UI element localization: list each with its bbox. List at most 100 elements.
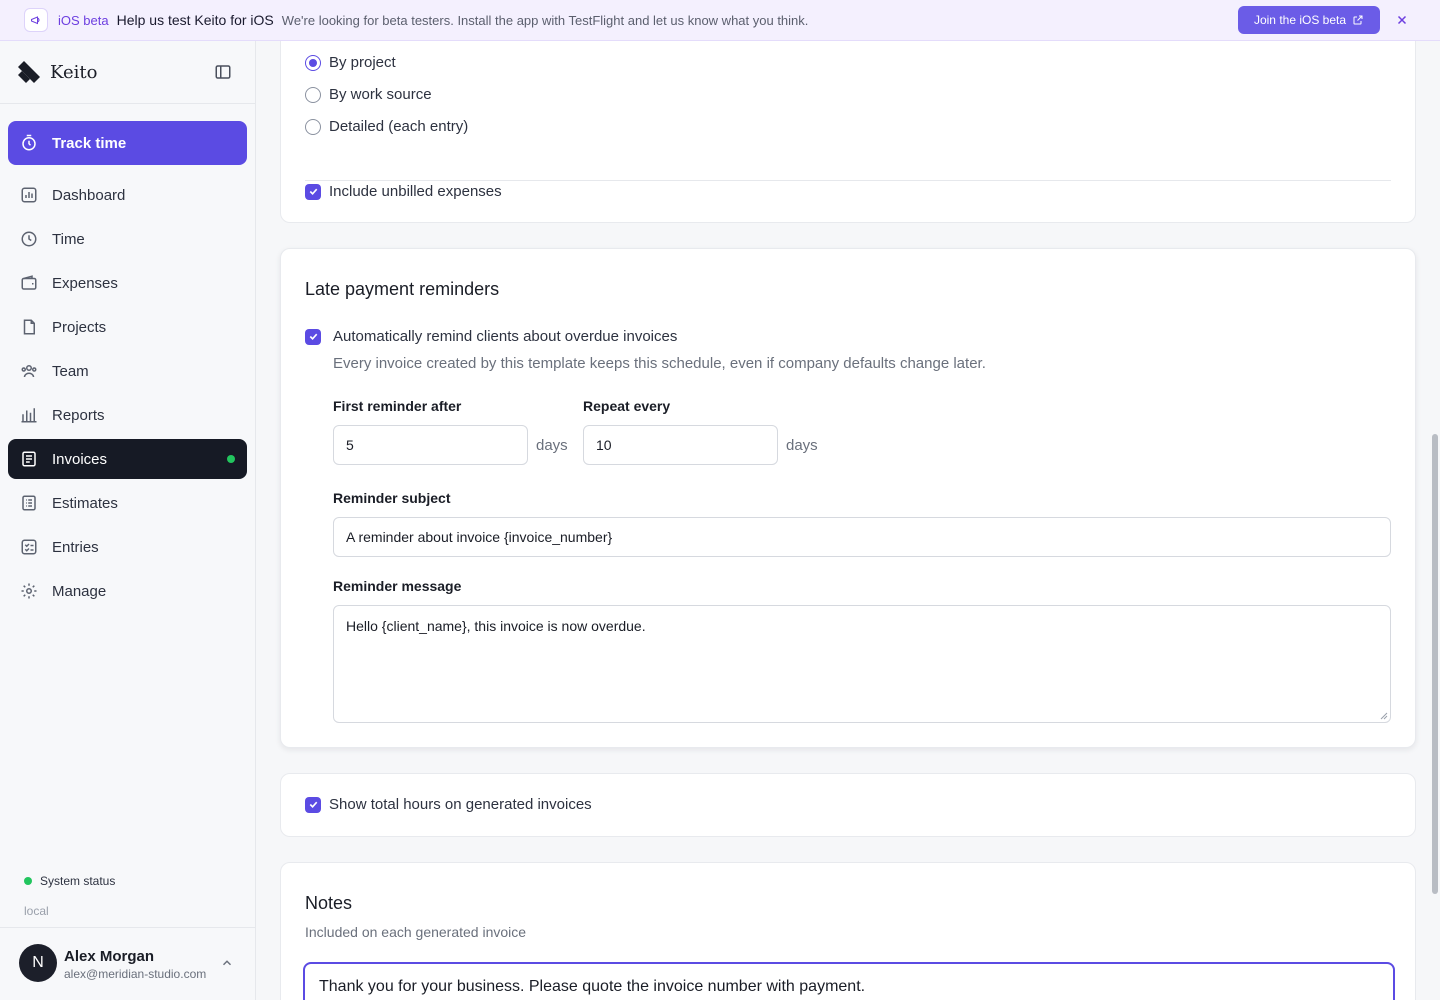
sidebar-item-label: Reports (52, 406, 105, 424)
days-unit: days (536, 437, 568, 454)
include-expenses-checkbox[interactable]: Include unbilled expenses (305, 183, 502, 200)
radio-label: Detailed (each entry) (329, 118, 469, 135)
keito-logo-icon (18, 61, 40, 83)
radio-selected (305, 54, 321, 71)
wallet-icon (21, 275, 37, 290)
banner-title: Help us test Keito for iOS (116, 12, 274, 28)
system-status-label: System status (40, 874, 116, 888)
external-link-icon (1353, 15, 1363, 25)
radio-label: By project (329, 54, 396, 71)
environment-label: local (24, 904, 49, 918)
radio-unselected (305, 118, 321, 135)
checkbox-checked (305, 328, 321, 345)
join-beta-button[interactable]: Join the iOS beta (1238, 6, 1380, 34)
sidebar-item-dashboard[interactable]: Dashboard (8, 175, 247, 215)
banner-tag: iOS beta (58, 12, 109, 28)
main-content: By project By work source Detailed (each… (256, 41, 1440, 1000)
reminder-subject-input[interactable]: A reminder about invoice {invoice_number… (333, 517, 1391, 557)
sidebar-item-label: Invoices (52, 450, 108, 468)
repeat-every-input[interactable]: 10 (583, 425, 778, 465)
close-icon (1397, 15, 1407, 25)
line-item-grouping-card: By project By work source Detailed (each… (280, 41, 1416, 223)
sidebar-item-team[interactable]: Team (8, 351, 247, 391)
stopwatch-icon (22, 134, 36, 151)
radio-by-work-source[interactable]: By work source (305, 86, 432, 103)
checkbox-checked (305, 796, 321, 813)
check-icon (309, 188, 317, 195)
sidebar-item-label: Team (52, 362, 89, 380)
check-icon (309, 801, 317, 808)
section-title: Notes (305, 893, 353, 913)
radio-detailed[interactable]: Detailed (each entry) (305, 118, 468, 135)
brand-row: Keito (0, 41, 255, 104)
auto-remind-checkbox[interactable]: Automatically remind clients about overd… (305, 328, 677, 345)
close-banner-button[interactable] (1394, 12, 1410, 28)
checkbox-checked (305, 183, 321, 200)
megaphone-icon (24, 8, 48, 32)
folder-icon (23, 319, 35, 335)
radio-label: By work source (329, 86, 432, 103)
team-icon (21, 365, 37, 378)
checklist-icon (21, 539, 37, 555)
sidebar-item-reports[interactable]: Reports (8, 395, 247, 435)
track-time-button[interactable]: Track time (8, 121, 247, 165)
divider (305, 180, 1391, 181)
show-hours-checkbox[interactable]: Show total hours on generated invoices (305, 796, 592, 813)
sidebar-item-label: Projects (52, 318, 107, 336)
reminder-message-label: Reminder message (333, 578, 462, 594)
sidebar-toggle-icon[interactable] (214, 63, 232, 81)
sidebar-item-label: Manage (52, 582, 107, 600)
days-unit: days (786, 437, 818, 454)
notes-help-text: Included on each generated invoice (305, 924, 527, 940)
dashboard-icon (21, 187, 37, 203)
check-icon (309, 333, 317, 340)
first-reminder-input[interactable]: 5 (333, 425, 528, 465)
sidebar-item-time[interactable]: Time (8, 219, 247, 259)
sidebar-item-estimates[interactable]: Estimates (8, 483, 247, 523)
checkbox-label: Automatically remind clients about overd… (333, 328, 678, 345)
invoice-icon (22, 451, 36, 467)
show-hours-card: Show total hours on generated invoices (280, 773, 1416, 837)
bar-chart-icon (21, 408, 37, 423)
clock-icon (21, 231, 37, 247)
avatar: N (19, 944, 57, 982)
user-email: alex@meridian-studio.com (64, 967, 207, 981)
sidebar-item-invoices[interactable]: Invoices (8, 439, 247, 479)
radio-by-project[interactable]: By project (305, 54, 396, 71)
system-status-link[interactable]: System status (24, 874, 115, 888)
sidebar-item-projects[interactable]: Projects (8, 307, 247, 347)
late-payment-reminders-card: Late payment reminders Automatically rem… (280, 248, 1416, 748)
repeat-every-label: Repeat every (583, 398, 671, 414)
checkbox-label: Include unbilled expenses (329, 183, 502, 200)
sidebar: Keito Track time Dashboard Time Expenses… (0, 41, 256, 1000)
sidebar-item-entries[interactable]: Entries (8, 527, 247, 567)
notes-textarea[interactable]: Thank you for your business. Please quot… (303, 962, 1395, 1000)
resize-grip-icon[interactable] (1380, 712, 1388, 720)
estimate-icon (22, 495, 36, 511)
notes-card: Notes Included on each generated invoice… (280, 862, 1416, 1000)
first-reminder-label: First reminder after (333, 398, 462, 414)
active-dot (227, 455, 235, 463)
status-dot (24, 877, 32, 885)
sidebar-item-manage[interactable]: Manage (8, 571, 247, 611)
brand-name: Keito (50, 61, 98, 83)
scrollbar-thumb[interactable] (1432, 434, 1438, 894)
radio-unselected (305, 86, 321, 103)
sidebar-nav: Dashboard Time Expenses Projects Team Re… (8, 175, 247, 615)
chevron-up-icon (222, 960, 232, 966)
banner-text: We're looking for beta testers. Install … (281, 12, 809, 28)
sidebar-item-label: Time (52, 230, 85, 248)
ios-beta-banner: iOS beta Help us test Keito for iOS We'r… (0, 0, 1440, 41)
sidebar-item-expenses[interactable]: Expenses (8, 263, 247, 303)
sidebar-item-label: Expenses (52, 274, 118, 292)
sidebar-item-label: Dashboard (52, 186, 126, 204)
sidebar-item-label: Entries (52, 538, 99, 556)
reminder-message-textarea[interactable]: Hello {client_name}, this invoice is now… (333, 605, 1391, 723)
join-beta-label: Join the iOS beta (1253, 13, 1347, 27)
reminder-help-text: Every invoice created by this template k… (333, 355, 986, 372)
user-menu[interactable]: N Alex Morgan alex@meridian-studio.com (0, 927, 255, 1000)
textarea-value: Hello {client_name}, this invoice is now… (346, 618, 646, 634)
checkbox-label: Show total hours on generated invoices (329, 796, 592, 813)
reminder-subject-label: Reminder subject (333, 490, 451, 506)
user-name: Alex Morgan (64, 948, 155, 965)
